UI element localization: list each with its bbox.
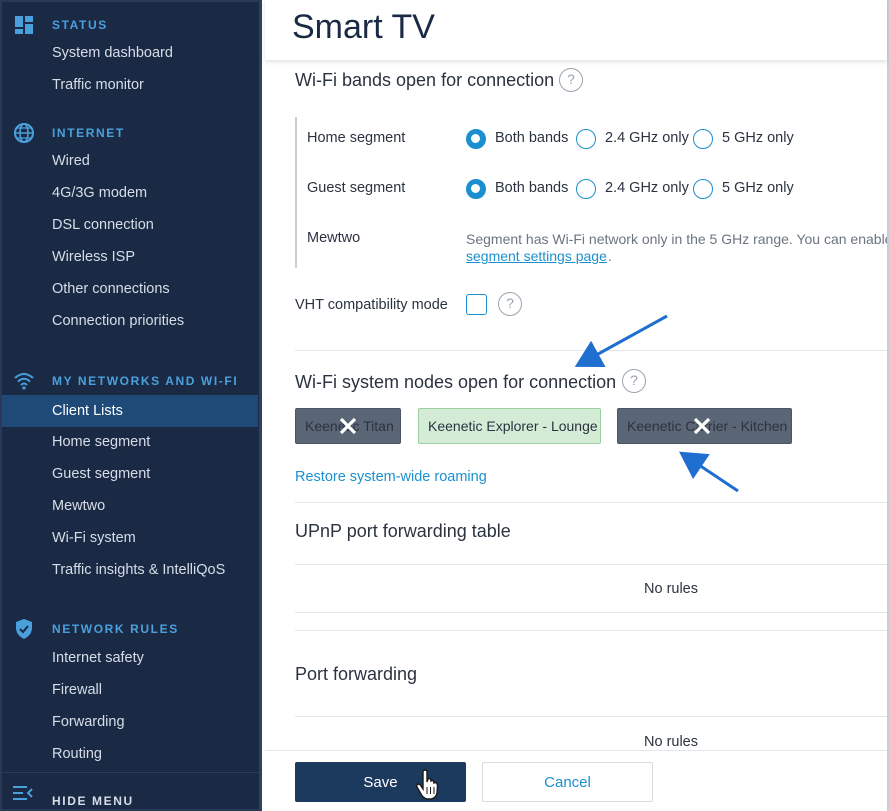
guest-5ghz-radio[interactable]: [693, 179, 713, 199]
vht-checkbox[interactable]: [466, 294, 487, 315]
sidebar-item-traffic-insights[interactable]: Traffic insights & IntelliQoS: [2, 554, 258, 586]
sidebar-item-connection-priorities[interactable]: Connection priorities: [2, 305, 258, 337]
sidebar: STATUS System dashboard Traffic monitor …: [0, 0, 262, 811]
sidebar-section-title: INTERNET: [52, 126, 125, 140]
home-5ghz-radio[interactable]: [693, 129, 713, 149]
sidebar-section-title: STATUS: [52, 18, 108, 32]
sidebar-item-firewall[interactable]: Firewall: [2, 674, 258, 706]
sidebar-item-modem[interactable]: 4G/3G modem: [2, 177, 258, 209]
divider: [295, 630, 887, 631]
sidebar-item-wired[interactable]: Wired: [2, 145, 258, 177]
page-header: Smart TV: [265, 0, 887, 60]
sidebar-section-status: STATUS: [2, 13, 260, 37]
node-chip-explorer-lounge[interactable]: Keenetic Explorer - Lounge: [418, 408, 601, 444]
sidebar-section-title: MY NETWORKS AND WI-FI: [52, 374, 239, 388]
main-content: Smart TV Wi-Fi bands open for connection…: [265, 0, 889, 811]
sidebar-section-networks: MY NETWORKS AND WI-FI: [2, 369, 260, 393]
radio-label: 2.4 GHz only: [605, 130, 689, 146]
shield-icon: [12, 617, 36, 641]
radio-label: 5 GHz only: [722, 180, 794, 196]
port-forwarding-title: Port forwarding: [295, 664, 418, 684]
nodes-title: Wi-Fi system nodes open for connection: [295, 372, 617, 392]
help-icon[interactable]: ?: [498, 292, 522, 316]
mewtwo-label: Mewtwo: [307, 230, 361, 246]
sidebar-item-guest-segment[interactable]: Guest segment: [2, 458, 258, 490]
action-footer: Save Cancel: [265, 750, 887, 811]
port-forwarding-empty-text: No rules: [644, 734, 698, 750]
sidebar-item-wifi-system[interactable]: Wi-Fi system: [2, 522, 258, 554]
divider: [295, 716, 887, 717]
wifi-icon: [12, 369, 36, 393]
guest-both-bands-radio[interactable]: [466, 179, 486, 199]
divider: [295, 564, 887, 565]
note-period: .: [608, 248, 612, 264]
vht-label: VHT compatibility mode: [295, 297, 448, 313]
sidebar-item-other-connections[interactable]: Other connections: [2, 273, 258, 305]
upnp-title: UPnP port forwarding table: [295, 521, 511, 541]
radio-label: Both bands: [495, 130, 569, 146]
node-chip-carrier-kitchen[interactable]: Keenetic Carrier - Kitchen: [617, 408, 792, 444]
radio-label: Both bands: [495, 180, 569, 196]
segment-settings-link[interactable]: segment settings page: [466, 248, 607, 264]
divider: [295, 502, 887, 503]
sidebar-item-dsl[interactable]: DSL connection: [2, 209, 258, 241]
restore-roaming-link[interactable]: Restore system-wide roaming: [295, 469, 487, 485]
mewtwo-note: Segment has Wi-Fi network only in the 5 …: [466, 231, 887, 247]
hide-menu-button[interactable]: HIDE MENU: [2, 772, 260, 811]
divider: [295, 612, 887, 613]
collapse-menu-icon: [12, 785, 36, 805]
sidebar-item-forwarding[interactable]: Forwarding: [2, 706, 258, 738]
sidebar-item-traffic-monitor[interactable]: Traffic monitor: [2, 69, 258, 101]
dashboard-icon: [12, 13, 36, 37]
radio-label: 5 GHz only: [722, 130, 794, 146]
chip-label: Keenetic Explorer - Lounge: [428, 418, 598, 434]
wifi-bands-title: Wi-Fi bands open for connection: [295, 70, 555, 90]
sidebar-item-mewtwo[interactable]: Mewtwo: [2, 490, 258, 522]
sidebar-section-network-rules: NETWORK RULES: [2, 617, 260, 641]
page-title: Smart TV: [292, 8, 435, 46]
sidebar-item-client-lists[interactable]: Client Lists: [2, 395, 258, 427]
divider: [295, 350, 887, 351]
help-icon[interactable]: ?: [559, 68, 583, 92]
segment-group-border: [295, 117, 297, 268]
home-24ghz-radio[interactable]: [576, 129, 596, 149]
globe-icon: [12, 121, 36, 145]
node-chip-titan[interactable]: Keenetic Titan: [295, 408, 401, 444]
close-icon: [693, 417, 711, 435]
upnp-empty-text: No rules: [644, 581, 698, 597]
sidebar-item-internet-safety[interactable]: Internet safety: [2, 642, 258, 674]
guest-segment-label: Guest segment: [307, 180, 406, 196]
sidebar-item-home-segment[interactable]: Home segment: [2, 426, 258, 458]
sidebar-item-system-dashboard[interactable]: System dashboard: [2, 37, 258, 69]
hide-menu-label: HIDE MENU: [52, 794, 134, 808]
home-segment-label: Home segment: [307, 130, 406, 146]
cancel-button[interactable]: Cancel: [482, 762, 653, 802]
help-icon[interactable]: ?: [622, 369, 646, 393]
hand-cursor-icon: [415, 769, 439, 800]
guest-24ghz-radio[interactable]: [576, 179, 596, 199]
sidebar-item-routing[interactable]: Routing: [2, 738, 258, 770]
radio-label: 2.4 GHz only: [605, 180, 689, 196]
sidebar-section-title: NETWORK RULES: [52, 622, 179, 636]
home-both-bands-radio[interactable]: [466, 129, 486, 149]
save-button[interactable]: Save: [295, 762, 466, 802]
sidebar-item-wireless-isp[interactable]: Wireless ISP: [2, 241, 258, 273]
close-icon: [339, 417, 357, 435]
sidebar-section-internet: INTERNET: [2, 121, 260, 145]
